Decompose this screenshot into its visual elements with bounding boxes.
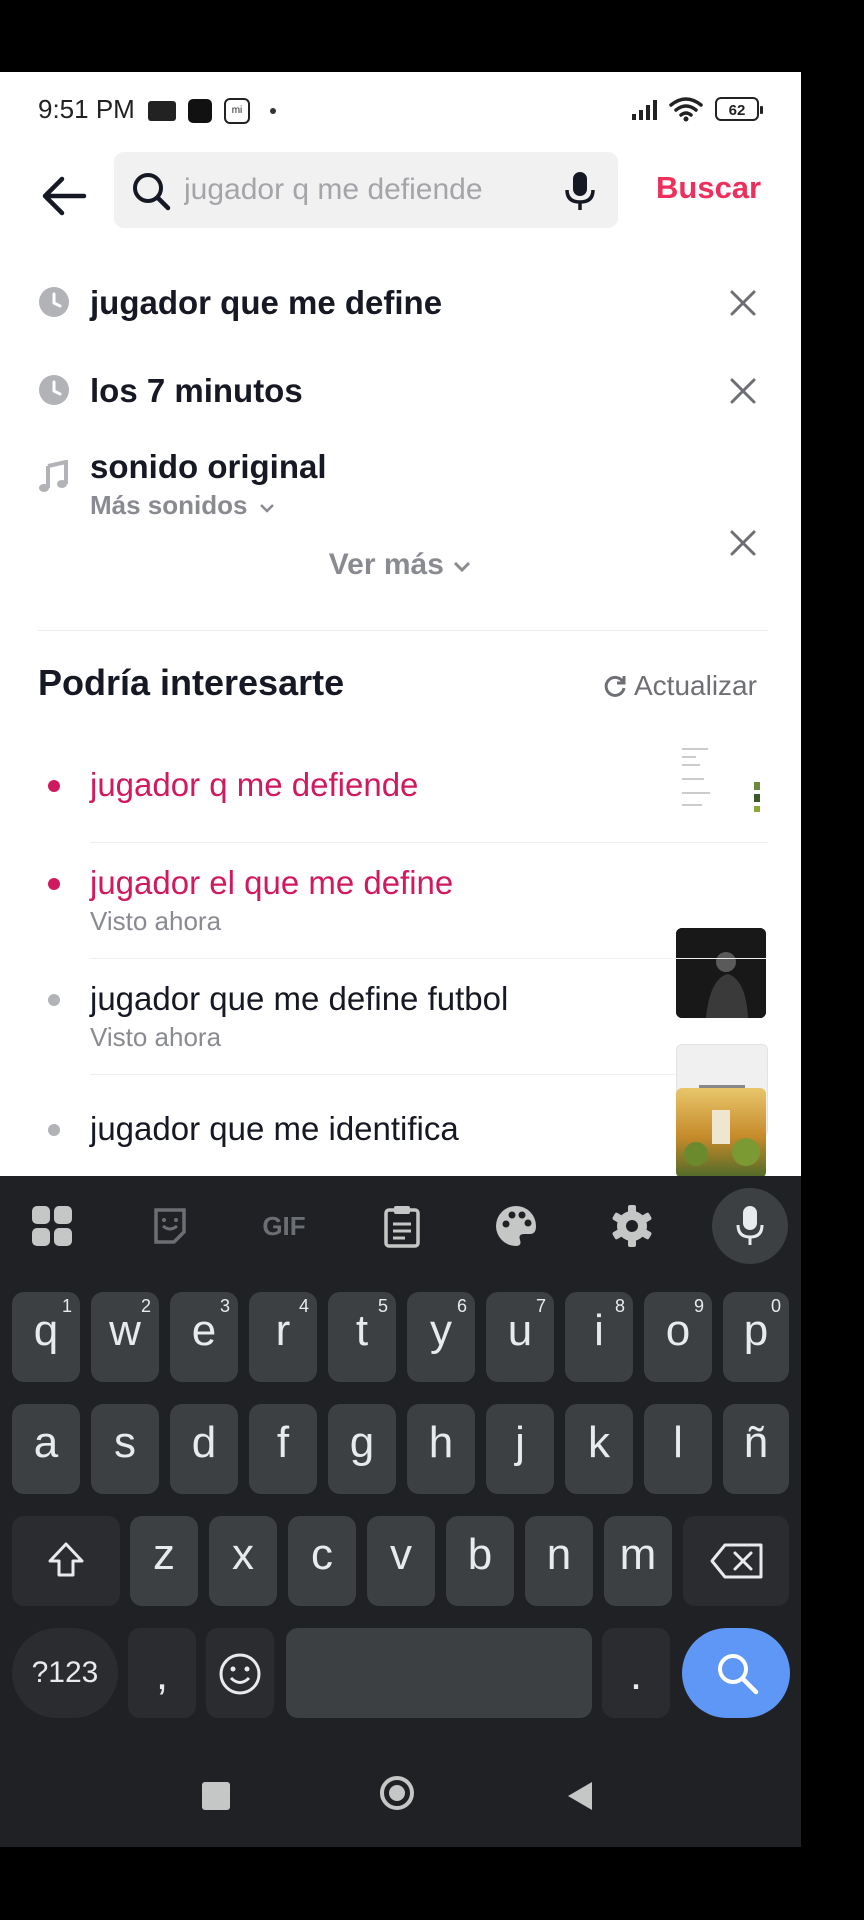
key-i[interactable]: 8i bbox=[565, 1292, 633, 1382]
history-label: sonido original bbox=[90, 448, 327, 485]
music-note-icon bbox=[39, 460, 68, 492]
status-time: 9:51 PM bbox=[38, 94, 135, 124]
suggestion-item[interactable]: jugador que me define futbol Visto ahora bbox=[0, 958, 801, 1136]
sticker-icon[interactable] bbox=[134, 1176, 206, 1276]
suggestion-item[interactable]: jugador el que me define Visto ahora bbox=[0, 842, 801, 1018]
key-q[interactable]: 1q bbox=[12, 1292, 80, 1382]
key-d[interactable]: d bbox=[170, 1404, 238, 1494]
key-v[interactable]: v bbox=[367, 1516, 435, 1606]
back-triangle-icon[interactable] bbox=[566, 1780, 594, 1812]
space-key[interactable] bbox=[286, 1628, 592, 1718]
suggestion-sub: Visto ahora bbox=[90, 1022, 222, 1052]
suggestion-label: jugador que me identifica bbox=[90, 1110, 459, 1147]
signal-icon bbox=[632, 98, 657, 120]
key-n[interactable]: n bbox=[525, 1516, 593, 1606]
microphone-icon[interactable] bbox=[712, 1188, 788, 1264]
gif-button[interactable]: GIF bbox=[248, 1176, 320, 1276]
key-n-tilde[interactable]: ñ bbox=[723, 1404, 789, 1494]
chevron-down-icon bbox=[454, 561, 471, 573]
key-z[interactable]: z bbox=[130, 1516, 198, 1606]
refresh-button[interactable]: Actualizar bbox=[602, 670, 757, 702]
suggestion-label: jugador q me defiende bbox=[90, 766, 419, 803]
key-w[interactable]: 2w bbox=[91, 1292, 159, 1382]
key-s[interactable]: s bbox=[91, 1404, 159, 1494]
status-bar: 9:51 PM mi 62 bbox=[0, 72, 801, 148]
clock-icon bbox=[39, 375, 69, 405]
key-b[interactable]: b bbox=[446, 1516, 514, 1606]
key-f[interactable]: f bbox=[249, 1404, 317, 1494]
app-notification-icon bbox=[188, 99, 212, 123]
close-icon[interactable] bbox=[728, 376, 758, 406]
period-key[interactable]: . bbox=[602, 1628, 670, 1718]
wifi-icon bbox=[669, 97, 703, 122]
back-arrow-icon[interactable] bbox=[36, 168, 92, 224]
see-more-button[interactable]: Ver más bbox=[0, 548, 801, 582]
key-k[interactable]: k bbox=[565, 1404, 633, 1494]
clipboard-icon[interactable] bbox=[366, 1176, 438, 1276]
key-j[interactable]: j bbox=[486, 1404, 554, 1494]
suggestion-thumbnail bbox=[676, 740, 766, 830]
key-h[interactable]: h bbox=[407, 1404, 475, 1494]
chevron-down-icon bbox=[259, 504, 274, 513]
symbols-key[interactable]: ?123 bbox=[12, 1628, 118, 1718]
backspace-icon bbox=[710, 1543, 763, 1579]
suggestion-label: jugador el que me define bbox=[90, 864, 454, 901]
history-item[interactable]: sonido original Más sonidos bbox=[0, 440, 801, 556]
history-item[interactable]: los 7 minutos bbox=[0, 360, 801, 436]
comma-key[interactable]: , bbox=[128, 1628, 196, 1718]
suggestion-label: jugador que me define futbol bbox=[90, 980, 509, 1017]
key-t[interactable]: 5t bbox=[328, 1292, 396, 1382]
key-x[interactable]: x bbox=[209, 1516, 277, 1606]
key-e[interactable]: 3e bbox=[170, 1292, 238, 1382]
key-p[interactable]: 0p bbox=[723, 1292, 789, 1382]
close-icon[interactable] bbox=[728, 288, 758, 318]
history-label: los 7 minutos bbox=[90, 372, 303, 409]
settings-icon[interactable] bbox=[596, 1176, 668, 1276]
emoji-icon bbox=[219, 1653, 261, 1695]
key-c[interactable]: c bbox=[288, 1516, 356, 1606]
suggestion-item[interactable]: jugador que me identifica bbox=[0, 1074, 801, 1178]
search-icon bbox=[718, 1654, 759, 1695]
key-m[interactable]: m bbox=[604, 1516, 672, 1606]
key-g[interactable]: g bbox=[328, 1404, 396, 1494]
video-camera-icon bbox=[148, 101, 176, 121]
search-key[interactable] bbox=[682, 1628, 790, 1718]
key-o[interactable]: 9o bbox=[644, 1292, 712, 1382]
suggestion-thumbnail bbox=[676, 1088, 766, 1178]
key-r[interactable]: 4r bbox=[249, 1292, 317, 1382]
key-a[interactable]: a bbox=[12, 1404, 80, 1494]
key-y[interactable]: 6y bbox=[407, 1292, 475, 1382]
search-icon bbox=[133, 173, 171, 211]
apps-grid-icon[interactable] bbox=[16, 1176, 88, 1276]
key-l[interactable]: l bbox=[644, 1404, 712, 1494]
microphone-icon[interactable] bbox=[560, 170, 600, 212]
keyboard: GIF 1 q 2 w 3 e 4 r 5 t 6 y 7 u 8 i 9 o … bbox=[0, 1176, 801, 1847]
suggestion-sub: Visto ahora bbox=[90, 906, 222, 936]
more-notifications-dot-icon bbox=[270, 108, 276, 114]
home-button[interactable] bbox=[380, 1776, 414, 1810]
history-label: jugador que me define bbox=[90, 284, 443, 321]
history-item[interactable]: jugador que me define bbox=[0, 272, 801, 348]
clock-icon bbox=[39, 287, 69, 317]
refresh-icon bbox=[604, 675, 626, 697]
shift-key[interactable] bbox=[12, 1516, 120, 1606]
recents-button[interactable] bbox=[202, 1782, 230, 1810]
search-bar[interactable] bbox=[114, 152, 618, 228]
divider bbox=[38, 630, 768, 631]
battery-icon: 62 bbox=[715, 97, 763, 121]
app-screen: 9:51 PM mi 62 jugador q me defiende Busc… bbox=[0, 72, 801, 1847]
backspace-key[interactable] bbox=[683, 1516, 789, 1606]
palette-icon[interactable] bbox=[480, 1176, 552, 1276]
suggestion-item[interactable]: jugador q me defiende bbox=[0, 732, 801, 843]
mi-icon: mi bbox=[224, 98, 250, 124]
search-input[interactable] bbox=[184, 166, 554, 214]
key-u[interactable]: 7u bbox=[486, 1292, 554, 1382]
section-title: Podría interesarte bbox=[38, 662, 345, 703]
shift-icon bbox=[48, 1542, 84, 1577]
navigation-bar bbox=[0, 1746, 801, 1847]
search-submit-button[interactable]: Buscar bbox=[656, 170, 761, 206]
emoji-key[interactable] bbox=[206, 1628, 274, 1718]
more-sounds-link[interactable]: Más sonidos bbox=[90, 490, 275, 521]
